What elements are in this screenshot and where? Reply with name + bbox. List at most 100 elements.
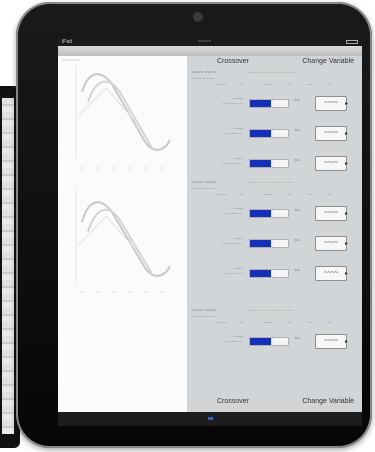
setting-label-secondary: ~~~~~~~~~ [221, 161, 243, 166]
background-device-screen [2, 98, 14, 434]
stage-summary: ~~~~ ~~~~ ~~~~~~~~~~ ~~~~ ~~~ ~~~~~~~~~ … [191, 180, 359, 200]
slider-fill [250, 338, 271, 345]
graph-axis-mark: ~ [128, 290, 131, 296]
graph-axis-mark: ~ [96, 290, 99, 296]
value-stepper[interactable]: ~~~~ [315, 266, 347, 281]
stage-value: ~~ [327, 320, 332, 325]
level-slider[interactable] [249, 159, 289, 168]
setting-row: ~~~~ ~~~~~~~~~ ~~ ~~~~ ▸ [191, 156, 359, 172]
stage-summary: ~~~~ ~~~~ ~~~~~~~~~~ ~~~~ ~~~ ~~~~~~~~~ … [191, 308, 359, 328]
setting-label: ~~~~ ~~~~~~~~~ [191, 206, 243, 216]
tab-bar-indicator [208, 417, 213, 420]
setting-label-secondary: ~~~~~~~~~ [221, 131, 243, 136]
setting-label: ~~~~ ~~~~~~~~~ [191, 96, 243, 106]
caret-right-icon[interactable]: ▸ [345, 270, 348, 277]
tablet-screen: iPad ~~:~~ ~~~~~~ ~ ~ ~ ~ ~ ~ ~ ~ ~ ~ ~ … [58, 38, 362, 426]
setting-label-secondary: ~~~~~~~~~ [221, 211, 243, 216]
stage-value: ~~~~ [217, 192, 227, 197]
caret-right-icon[interactable]: ▸ [345, 240, 348, 247]
slider-fill [250, 130, 271, 137]
setting-label: ~~~~ ~~~~~~~~~ [191, 334, 243, 344]
slider-value: ~~ [294, 208, 300, 214]
stage-value: ~~ [239, 82, 244, 87]
setting-label: ~~~~ ~~~~~~~~~ [191, 236, 243, 246]
response-graph-2: ~ ~ ~ ~ ~ ~ [66, 186, 178, 304]
stage-summary: ~~~~ ~~~~ ~~~~~~~~~~ ~~~~ ~~~ ~~~~~~~~~ … [191, 70, 359, 90]
tab-crossover[interactable]: Crossover [217, 56, 249, 68]
stage-value: ~~ [307, 82, 312, 87]
tab-crossover[interactable]: Crossover [217, 396, 249, 408]
graph-pane: ~~~~~~ ~ ~ ~ ~ ~ ~ ~ ~ ~ ~ ~ ~ [58, 56, 185, 412]
setting-row: ~~~~ ~~~~~~~~~ ~~ ~~~~ ▸ [191, 206, 359, 222]
navigation-bar [58, 46, 362, 56]
value-stepper[interactable]: ~~~~ [315, 156, 347, 171]
graph-axis-mark: ~ [160, 290, 163, 296]
graph-axis-mark: ~ [160, 166, 163, 172]
level-slider[interactable] [249, 337, 289, 346]
slider-value: ~~ [294, 268, 300, 274]
stage-sublabel: ~~~~~~~~~~ [191, 314, 215, 319]
level-slider[interactable] [249, 239, 289, 248]
stage-note: ~~~~ ~~~ ~~~~~~~~~ ~~~ [247, 180, 295, 185]
graph-axis-mark: ~ [96, 166, 99, 172]
value-stepper[interactable]: ~~~~ [315, 96, 347, 111]
response-graph-1-svg: ~ ~ ~ ~ ~ ~ [75, 66, 171, 172]
stage-values: ~~~~ ~~ ~~~~ ~~ ~~ ~~ [191, 192, 359, 198]
stage-value: ~~~~ [217, 82, 227, 87]
slider-value: ~~ [294, 128, 300, 134]
value-stepper[interactable]: ~~~~ [315, 126, 347, 141]
setting-label-secondary: ~~~~~~~~~ [221, 101, 243, 106]
response-graph-2-svg: ~ ~ ~ ~ ~ ~ [75, 190, 171, 296]
status-bar: iPad ~~:~~ [58, 38, 362, 46]
stage-value: ~~~~ [263, 82, 273, 87]
settings-pane: Crossover Change Variable ~~~~ ~~~~ ~~~~… [187, 56, 362, 412]
graph-curve [81, 73, 171, 151]
stage-sublabel: ~~~~~~~~~~ [191, 186, 215, 191]
level-slider[interactable] [249, 99, 289, 108]
caret-right-icon[interactable]: ▸ [345, 338, 348, 345]
stage-note: ~~~~ ~~~ ~~~~~~~~~ ~~~ [247, 308, 295, 313]
setting-label-secondary: ~~~~~~~~~ [221, 271, 243, 276]
settings-header-top: Crossover Change Variable [187, 56, 362, 68]
setting-row: ~~~~ ~~~~~~~~~ ~~ ~~~~ ▸ [191, 334, 359, 350]
caret-right-icon[interactable]: ▸ [345, 160, 348, 167]
tab-change-variable[interactable]: Change Variable [302, 56, 354, 68]
caret-right-icon[interactable]: ▸ [345, 100, 348, 107]
value-stepper[interactable]: ~~~~ [315, 236, 347, 251]
caret-right-icon[interactable]: ▸ [345, 130, 348, 137]
setting-label-secondary: ~~~~~~~~~ [221, 241, 243, 246]
stage-sublabel: ~~~~~~~~~~ [191, 76, 215, 81]
value-stepper[interactable]: ~~~~ [315, 334, 347, 349]
stage-value: ~~ [327, 82, 332, 87]
slider-value: ~~ [294, 158, 300, 164]
stage-value: ~~ [239, 192, 244, 197]
stage-value: ~~ [287, 82, 292, 87]
graph-axis-mark: ~ [144, 166, 147, 172]
slider-value: ~~ [294, 238, 300, 244]
tab-bar [58, 412, 362, 426]
tab-change-variable[interactable]: Change Variable [302, 396, 354, 408]
graph-axis-mark: ~ [144, 290, 147, 296]
stage-value: ~~ [307, 320, 312, 325]
stage-value: ~~ [287, 320, 292, 325]
stage-value: ~~~~ [263, 320, 273, 325]
level-slider[interactable] [249, 129, 289, 138]
level-slider[interactable] [249, 209, 289, 218]
slider-fill [250, 160, 271, 167]
setting-label: ~~~~ ~~~~~~~~~ [191, 266, 243, 276]
caret-right-icon[interactable]: ▸ [345, 210, 348, 217]
level-slider[interactable] [249, 269, 289, 278]
value-stepper[interactable]: ~~~~ [315, 206, 347, 221]
slider-fill [250, 100, 271, 107]
carrier-label: iPad [62, 39, 73, 45]
graph-axis-mark: ~ [128, 166, 131, 172]
stage-value: ~~~~ [263, 192, 273, 197]
stage-note: ~~~~ ~~~ ~~~~~~~~~ ~~~ [247, 70, 295, 75]
response-graph-1: ~ ~ ~ ~ ~ ~ [66, 62, 178, 180]
stage-value: ~~ [307, 192, 312, 197]
stage-value: ~~ [287, 192, 292, 197]
setting-row: ~~~~ ~~~~~~~~~ ~~ ~~~~ ▸ [191, 126, 359, 142]
tablet-device: iPad ~~:~~ ~~~~~~ ~ ~ ~ ~ ~ ~ ~ ~ ~ ~ ~ … [16, 2, 372, 448]
stage-value: ~~ [327, 192, 332, 197]
graph-axis-mark: ~ [112, 166, 115, 172]
